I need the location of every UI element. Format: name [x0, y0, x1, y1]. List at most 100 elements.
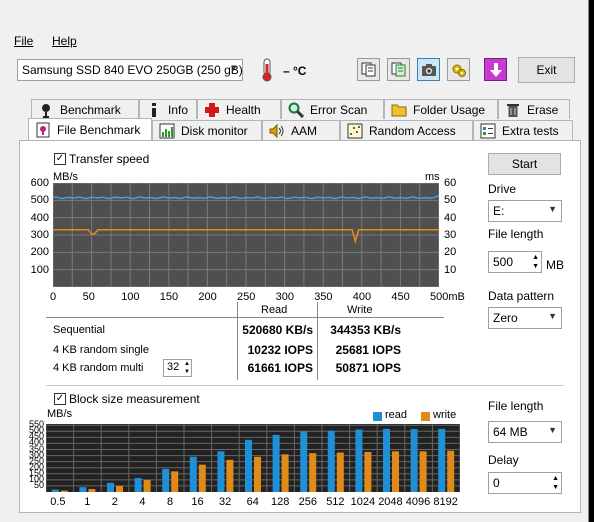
- copy-icon: [361, 62, 376, 77]
- copy-button[interactable]: [357, 58, 380, 81]
- drive-select[interactable]: Samsung SSD 840 EVO 250GB (250 gB) ▼: [17, 59, 243, 81]
- tab-folder-usage-label: Folder Usage: [413, 102, 486, 117]
- chevron-down-icon: ▼: [229, 63, 238, 73]
- results-read-header: Read: [261, 304, 288, 316]
- tab-random-access[interactable]: Random Access: [340, 120, 473, 140]
- options-button[interactable]: [447, 58, 470, 81]
- tab-health[interactable]: Health: [197, 99, 281, 119]
- menu-file[interactable]: File: [14, 34, 33, 48]
- result-label-4k-multi: 4 KB random multi: [53, 362, 144, 374]
- file-length-spinner[interactable]: 500 ▲ ▼: [488, 251, 542, 273]
- drive-letter-value: E:: [493, 204, 505, 218]
- block-x-tick: 4: [139, 496, 146, 508]
- transfer-x-tick: 450: [391, 291, 410, 303]
- arrow-down-icon: [489, 62, 502, 77]
- block-x-tick: 64: [246, 496, 259, 508]
- transfer-x-tick: 400: [352, 291, 372, 303]
- transfer-y2-tick: 50: [444, 194, 457, 207]
- temperature-value: – °C: [283, 64, 307, 78]
- write-bar: [254, 456, 261, 492]
- write-bar: [392, 451, 399, 492]
- exit-button[interactable]: Exit: [518, 57, 575, 83]
- transfer-y-tick: 100: [30, 263, 49, 276]
- result-read-4k-multi: 61661 IOPS: [247, 361, 313, 375]
- tab-extra-tests[interactable]: Extra tests: [473, 120, 573, 140]
- read-bar: [410, 429, 418, 492]
- tab-disk-monitor[interactable]: Disk monitor: [152, 120, 262, 140]
- result-write-sequential: 344353 KB/s: [330, 323, 401, 337]
- result-label-sequential: Sequential: [53, 324, 105, 336]
- chevron-down-icon: ▼: [548, 204, 557, 214]
- tab-folder-usage[interactable]: Folder Usage: [384, 99, 498, 119]
- write-bar: [447, 450, 455, 492]
- read-bar: [438, 428, 446, 492]
- block-file-length-select[interactable]: 64 MB ▼: [488, 421, 562, 443]
- transfer-left-unit: MB/s: [53, 171, 79, 183]
- menu-help-label: Help: [52, 34, 77, 48]
- transfer-y2-tick: 30: [444, 229, 457, 241]
- copy-text-icon: [391, 62, 406, 77]
- menu-help[interactable]: Help: [52, 34, 77, 48]
- read-bar: [272, 434, 280, 492]
- trash-icon: [507, 103, 519, 117]
- transfer-y2-tick: 20: [444, 246, 457, 259]
- tab-random-access-label: Random Access: [369, 123, 456, 138]
- write-bar: [226, 459, 234, 492]
- transfer-y2-tick: 10: [444, 263, 457, 276]
- drive-letter-select[interactable]: E: ▼: [488, 200, 562, 222]
- write-bar: [171, 471, 179, 492]
- start-button[interactable]: Start: [488, 153, 561, 175]
- legend-write-label: write: [433, 409, 457, 421]
- block-x-tick: 4096: [405, 496, 431, 508]
- block-file-length-value: 64 MB: [493, 425, 528, 439]
- write-bar: [60, 490, 68, 492]
- block-y-tick: 50: [33, 479, 44, 490]
- block-x-tick: 0.5: [50, 496, 66, 508]
- result-write-4k-single: 25681 IOPS: [335, 343, 401, 357]
- queue-depth-value: 32: [167, 361, 180, 373]
- result-write-4k-multi: 50871 IOPS: [335, 361, 401, 375]
- tab-info-label: Info: [168, 102, 189, 117]
- transfer-y2-tick: 60: [444, 177, 457, 189]
- transfer-speed-checkbox[interactable]: ✓: [54, 153, 66, 165]
- write-bar: [309, 453, 317, 492]
- transfer-speed-chart: [53, 183, 439, 287]
- tab-erase[interactable]: Erase: [498, 99, 570, 119]
- read-bar: [162, 468, 170, 492]
- block-x-tick: 2048: [378, 496, 403, 508]
- legend-write-swatch: [421, 412, 430, 421]
- download-button[interactable]: [484, 58, 507, 81]
- screenshot-button[interactable]: [417, 58, 440, 81]
- block-x-tick: 32: [219, 496, 232, 508]
- tab-error-scan[interactable]: Error Scan: [281, 99, 384, 119]
- delay-spinner[interactable]: 0 ▲ ▼: [488, 472, 562, 494]
- transfer-x-tick: 250: [237, 291, 256, 303]
- block-size-checkbox[interactable]: ✓: [54, 393, 66, 405]
- tab-info[interactable]: Info: [139, 99, 197, 119]
- tab-file-benchmark[interactable]: File Benchmark: [28, 118, 152, 140]
- block-x-tick: 1024: [350, 496, 376, 508]
- data-pattern-select[interactable]: Zero ▼: [488, 307, 562, 329]
- transfer-y2-tick: 40: [444, 211, 457, 224]
- speaker-icon: [269, 123, 284, 138]
- extra-tests-icon: [480, 123, 496, 138]
- spinner-arrows-icon[interactable]: ▲ ▼: [552, 474, 559, 492]
- random-access-icon: [347, 123, 363, 138]
- write-bar: [336, 452, 344, 492]
- transfer-x-tick: 100: [121, 291, 140, 303]
- read-bar: [107, 482, 114, 492]
- delay-value: 0: [493, 476, 500, 490]
- result-read-4k-single: 10232 IOPS: [247, 343, 313, 357]
- tab-disk-monitor-label: Disk monitor: [181, 123, 248, 138]
- tab-aam[interactable]: AAM: [262, 120, 340, 140]
- queue-depth-spinner[interactable]: 32 ▲ ▼: [163, 359, 192, 377]
- info-icon: [152, 102, 156, 117]
- results-divider: [46, 317, 444, 318]
- health-cross-icon: [205, 102, 219, 117]
- block-x-tick: 512: [326, 496, 345, 508]
- spinner-arrows-icon[interactable]: ▲ ▼: [532, 253, 539, 271]
- copy-green-button[interactable]: [387, 58, 410, 81]
- spinner-arrows-icon[interactable]: ▲ ▼: [184, 360, 190, 376]
- read-bar: [217, 451, 225, 492]
- tab-benchmark[interactable]: Benchmark: [31, 99, 139, 119]
